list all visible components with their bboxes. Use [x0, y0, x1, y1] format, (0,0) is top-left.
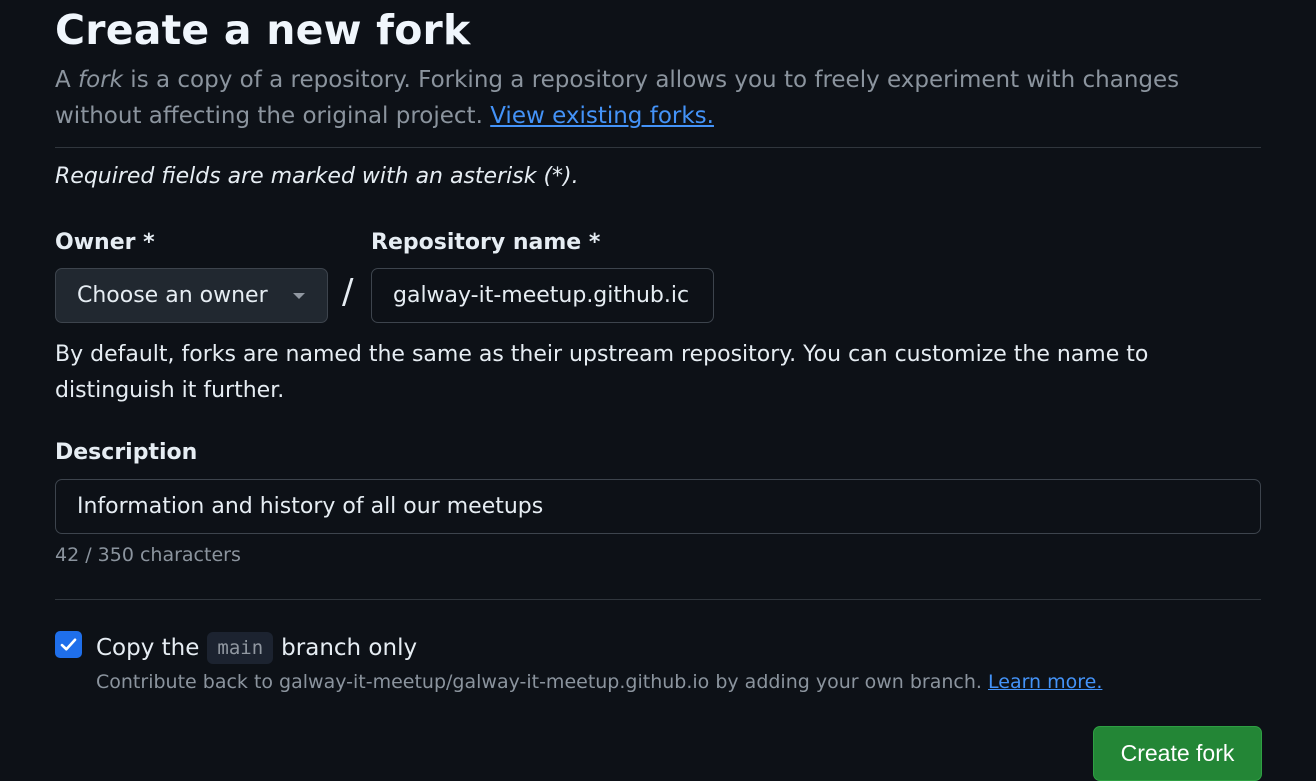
repository-name-input[interactable]: [371, 268, 714, 323]
copy-prefix: Copy the: [96, 635, 200, 661]
owner-repo-separator: /: [342, 272, 354, 312]
repository-name-hint: By default, forks are named the same as …: [55, 342, 1149, 403]
branch-name-code: main: [207, 632, 274, 664]
description-label: Description: [55, 440, 198, 465]
required-fields-note: Required fields are marked with an aster…: [55, 164, 579, 189]
description-input[interactable]: [55, 479, 1261, 534]
owner-select-value: Choose an owner: [77, 283, 268, 308]
intro-emphasis: fork: [78, 67, 123, 93]
create-fork-button[interactable]: Create fork: [1093, 726, 1262, 781]
description-char-count: 42 / 350 characters: [55, 544, 241, 566]
contribute-text: Contribute back to galway-it-meetup/galw…: [96, 671, 988, 693]
copy-main-branch-checkbox[interactable]: [55, 631, 82, 658]
view-existing-forks-link[interactable]: View existing forks.: [490, 103, 714, 129]
repository-name-label: Repository name *: [371, 230, 601, 255]
copy-suffix: branch only: [281, 635, 418, 661]
page-intro: A fork is a copy of a repository. Forkin…: [55, 62, 1265, 134]
create-fork-page: Create a new fork A fork is a copy of a …: [0, 0, 1316, 781]
copy-main-branch-label[interactable]: Copy the main branch only: [96, 628, 417, 668]
page-title: Create a new fork: [55, 6, 471, 54]
triangle-down-icon: [293, 293, 305, 299]
divider: [55, 147, 1261, 148]
owner-label: Owner *: [55, 230, 155, 255]
checkmark-icon: [60, 638, 77, 651]
learn-more-link[interactable]: Learn more.: [988, 671, 1102, 693]
contribute-note: Contribute back to galway-it-meetup/galw…: [96, 671, 1102, 693]
owner-select[interactable]: Choose an owner: [55, 268, 328, 323]
divider: [55, 599, 1261, 600]
intro-prefix: A: [55, 67, 79, 93]
